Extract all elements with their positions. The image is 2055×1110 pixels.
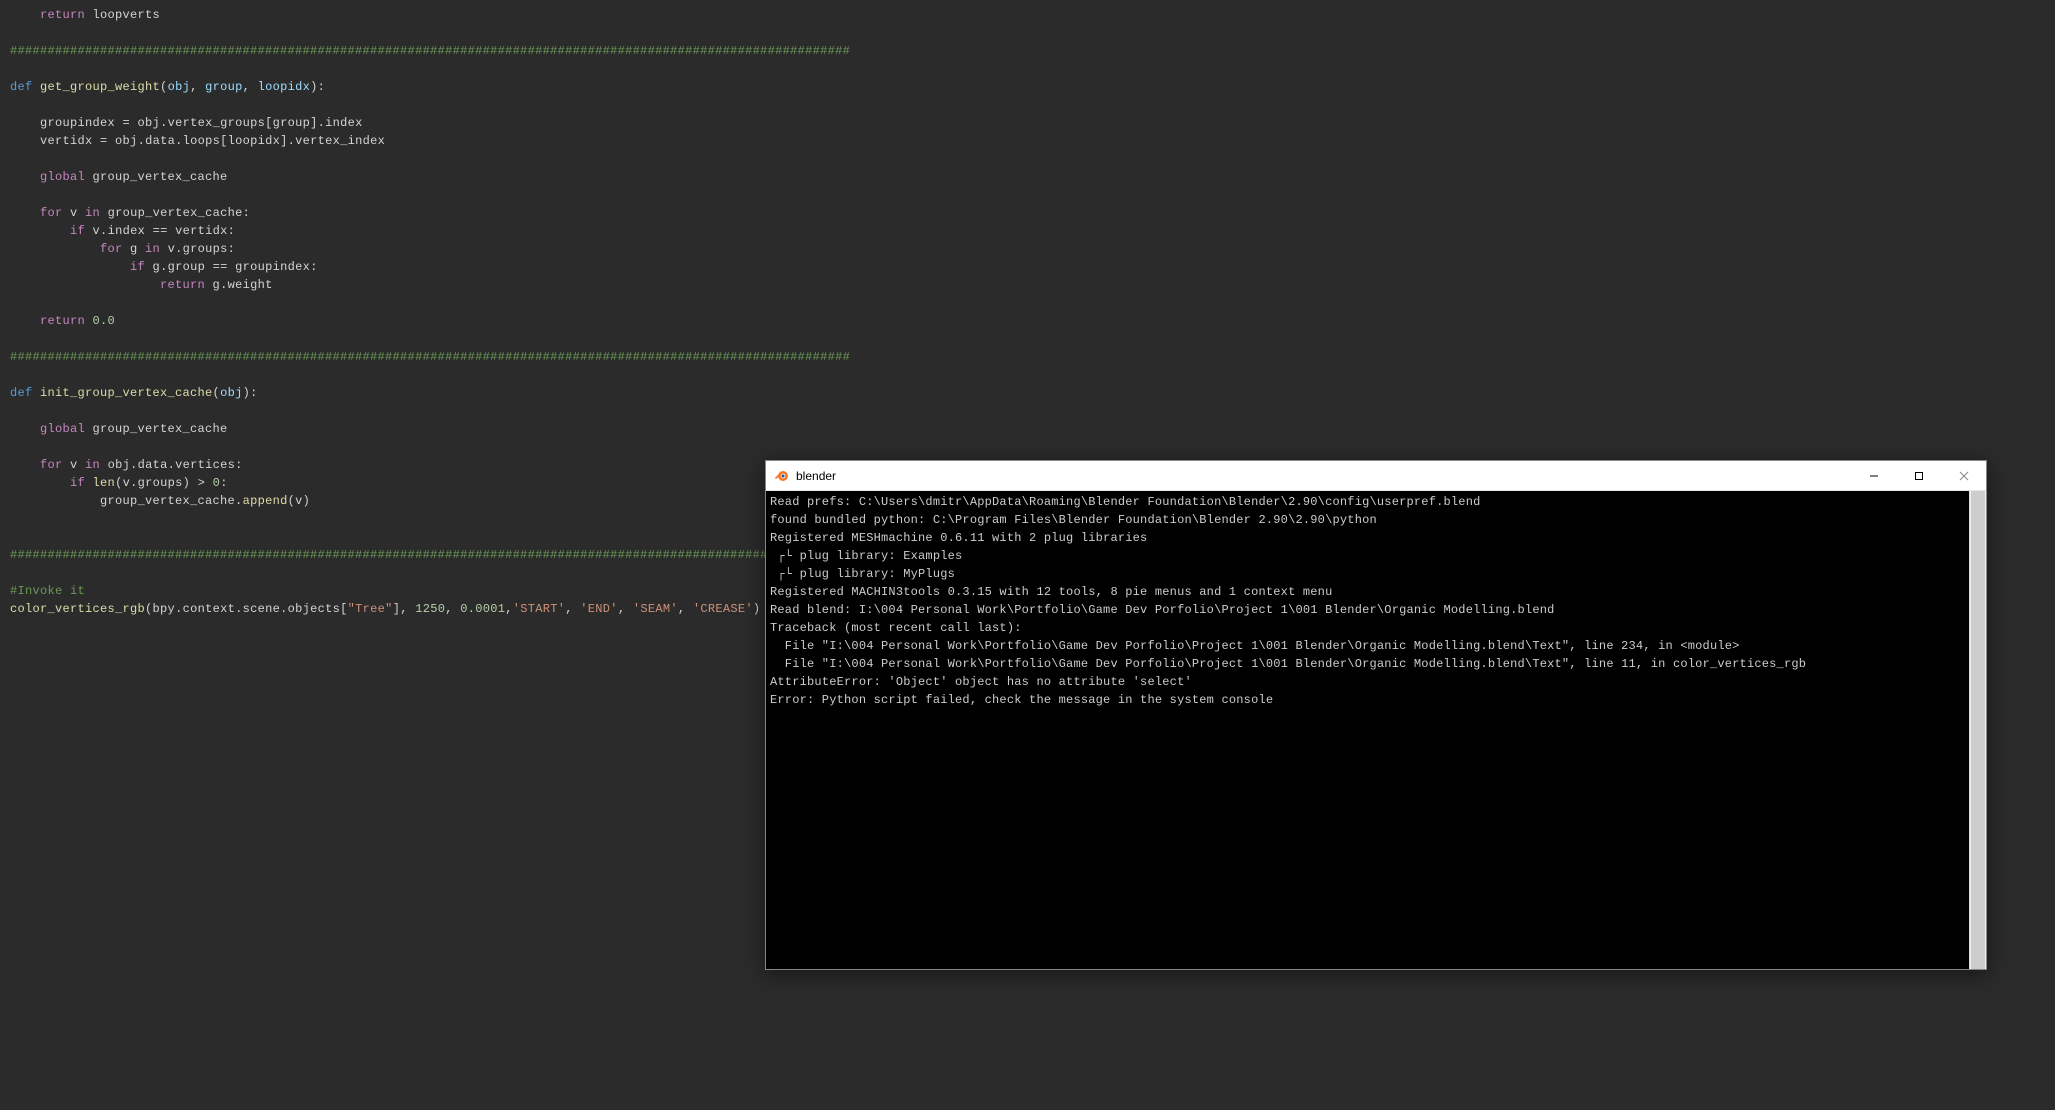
code-line: ########################################… [10, 42, 2045, 60]
code-line: vertidx = obj.data.loops[loopidx].vertex… [10, 132, 2045, 150]
scrollbar-thumb[interactable] [1971, 491, 1985, 969]
titlebar[interactable]: blender [766, 461, 1986, 491]
code-line: if g.group == groupindex: [10, 258, 2045, 276]
code-line: for v in group_vertex_cache: [10, 204, 2045, 222]
code-line: global group_vertex_cache [10, 420, 2045, 438]
close-button[interactable] [1941, 461, 1986, 491]
console-output[interactable]: Read prefs: C:\Users\dmitr\AppData\Roami… [766, 491, 1986, 969]
code-line [10, 24, 2045, 42]
code-line [10, 60, 2045, 78]
code-line: for g in v.groups: [10, 240, 2045, 258]
code-line [10, 402, 2045, 420]
code-line: if v.index == vertidx: [10, 222, 2045, 240]
minimize-button[interactable] [1851, 461, 1896, 491]
code-line: global group_vertex_cache [10, 168, 2045, 186]
code-line [10, 294, 2045, 312]
code-line [10, 186, 2045, 204]
code-line [10, 366, 2045, 384]
code-line [10, 330, 2045, 348]
code-line: return g.weight [10, 276, 2045, 294]
code-line: def get_group_weight(obj, group, loopidx… [10, 78, 2045, 96]
code-line [10, 96, 2045, 114]
code-line [10, 150, 2045, 168]
maximize-button[interactable] [1896, 461, 1941, 491]
console-window: blender Read prefs: C:\Users\dmitr\AppDa… [765, 460, 1987, 970]
code-line [10, 438, 2045, 456]
scrollbar[interactable] [1969, 491, 1986, 969]
code-line: def init_group_vertex_cache(obj): [10, 384, 2045, 402]
code-line: return loopverts [10, 6, 2045, 24]
code-line: ########################################… [10, 348, 2045, 366]
code-line: return 0.0 [10, 312, 2045, 330]
code-line: groupindex = obj.vertex_groups[group].in… [10, 114, 2045, 132]
blender-icon [774, 468, 790, 484]
window-title: blender [796, 467, 836, 485]
